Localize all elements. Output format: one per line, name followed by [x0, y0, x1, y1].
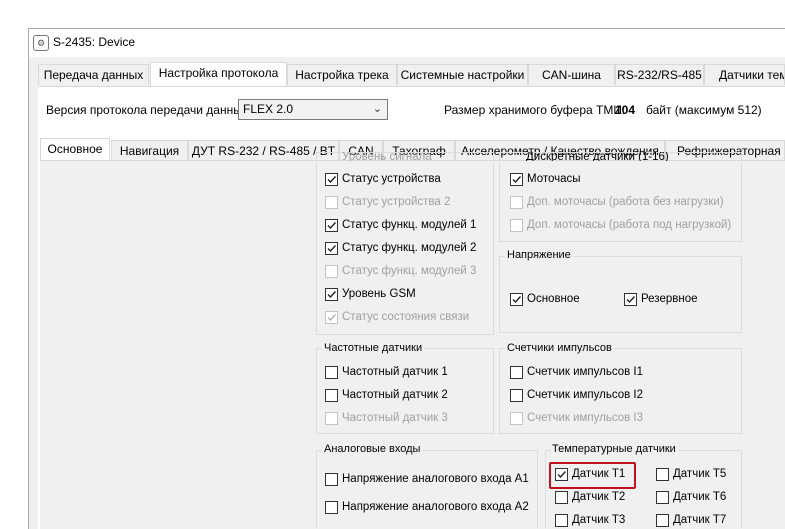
temp-sensor-t7-label: Датчик T7 [673, 514, 727, 526]
freq-sensor-1-checkbox[interactable] [325, 366, 338, 379]
subtab-main[interactable]: Основное [40, 138, 110, 160]
analog-inputs-title: Аналоговые входы [322, 443, 423, 455]
gsm-level-label: Уровень GSM [342, 288, 416, 300]
buffer-size-suffix: байт (максимум 512) [646, 103, 762, 117]
discrete-sensors-cut-label: Дискретные датчики (1-16) [526, 152, 669, 161]
pulse-counter-2-checkbox[interactable] [510, 389, 523, 402]
pulse-counter-3-checkbox[interactable] [510, 412, 523, 425]
link-status-label: Статус состояния связи [342, 311, 470, 323]
gsm-level-checkbox[interactable] [325, 288, 338, 301]
temp-sensor-t5-checkbox[interactable] [656, 468, 669, 481]
subtab-navigation[interactable]: Навигация [111, 140, 188, 161]
app-icon: ⚙ [33, 35, 49, 51]
freq-sensor-2-label: Частотный датчик 2 [342, 389, 448, 401]
voltage-backup-checkbox[interactable] [624, 293, 637, 306]
motor-hours-idle-label: Доп. моточасы (работа без нагрузки) [527, 196, 724, 208]
analog-a1-label: Напряжение аналогового входа A1 [342, 473, 529, 485]
pulse-counter-3-label: Счетчик импульсов I3 [527, 412, 644, 424]
tab-protocol-settings[interactable]: Настройка протокола [150, 62, 287, 86]
motor-hours-load-checkbox[interactable] [510, 219, 523, 232]
tab-system-settings[interactable]: Системные настройки [397, 64, 528, 85]
voltage-group-title: Напряжение [505, 249, 573, 261]
analog-a2-checkbox[interactable] [325, 501, 338, 514]
status-modules-3-label: Статус функц. модулей 3 [342, 265, 477, 277]
freq-sensor-3-checkbox[interactable] [325, 412, 338, 425]
title-bar: ⚙ S-2435: Device [29, 29, 785, 57]
freq-sensor-3-label: Частотный датчик 3 [342, 412, 448, 424]
motor-hours-idle-checkbox[interactable] [510, 196, 523, 209]
protocol-version-value: FLEX 2.0 [243, 102, 294, 116]
analog-a2-label: Напряжение аналогового входа A2 [342, 501, 529, 513]
temp-sensor-t5-label: Датчик T5 [673, 468, 727, 480]
analog-a1-checkbox[interactable] [325, 473, 338, 486]
temp-sensors-cut-row: Датчик T3 Датчик T7 [545, 512, 742, 528]
status-device-checkbox[interactable] [325, 173, 338, 186]
status-device-label: Статус устройства [342, 173, 441, 185]
temp-sensor-t6-label: Датчик T6 [673, 491, 727, 503]
freq-sensor-2-checkbox[interactable] [325, 389, 338, 402]
status-device-2-checkbox[interactable] [325, 196, 338, 209]
status-group-cut-label: Уровень сигнала [342, 152, 432, 161]
freq-sensor-1-label: Частотный датчик 1 [342, 366, 448, 378]
motor-hours-checkbox[interactable] [510, 173, 523, 186]
motor-hours-load-label: Доп. моточасы (работа под нагрузкой) [527, 219, 732, 231]
link-status-checkbox[interactable] [325, 311, 338, 324]
protocol-version-label: Версия протокола передачи данных [46, 103, 248, 117]
pulse-counter-2-label: Счетчик импульсов I2 [527, 389, 644, 401]
temp-sensor-t2-checkbox[interactable] [555, 491, 568, 504]
status-modules-3-checkbox[interactable] [325, 265, 338, 278]
chevron-down-icon: ⌄ [372, 103, 382, 115]
voltage-main-label: Основное [527, 293, 580, 305]
pulse-counter-1-checkbox[interactable] [510, 366, 523, 379]
temp-sensor-t6-checkbox[interactable] [656, 491, 669, 504]
voltage-backup-label: Резервное [641, 293, 698, 305]
temp-sensor-t2-label: Датчик T2 [572, 491, 626, 503]
tab-temp-sensors[interactable]: Датчики тем [704, 64, 785, 85]
tab-data-transfer[interactable]: Передача данных [38, 64, 149, 85]
buffer-size-value: 104 [615, 103, 636, 117]
status-modules-2-checkbox[interactable] [325, 242, 338, 255]
window-title: S-2435: Device [53, 35, 136, 49]
frequency-sensors-title: Частотные датчики [322, 342, 425, 354]
protocol-version-select[interactable]: FLEX 2.0 ⌄ [238, 99, 388, 120]
temp-sensor-t3-checkbox[interactable] [555, 514, 568, 527]
status-modules-2-label: Статус функц. модулей 2 [342, 242, 477, 254]
temp-sensor-t7-checkbox[interactable] [656, 514, 669, 527]
motor-hours-label: Моточасы [527, 173, 581, 185]
highlight-box [549, 462, 636, 489]
tab-rs232-rs485[interactable]: RS-232/RS-485 [615, 64, 704, 85]
pulse-counter-1-label: Счетчик импульсов I1 [527, 366, 644, 378]
temperature-sensors-title: Температурные датчики [550, 443, 678, 455]
status-modules-1-checkbox[interactable] [325, 219, 338, 232]
buffer-size-label: Размер хранимого буфера ТМИ: [444, 103, 626, 117]
temp-sensor-t3-label: Датчик T3 [572, 514, 626, 526]
analog-inputs-group [316, 450, 538, 528]
tab-can-bus[interactable]: CAN-шина [528, 64, 615, 85]
tab-track-settings[interactable]: Настройка трека [287, 64, 397, 85]
status-modules-1-label: Статус функц. модулей 1 [342, 219, 477, 231]
voltage-main-checkbox[interactable] [510, 293, 523, 306]
pulse-counters-title: Счетчики импульсов [505, 342, 614, 354]
status-device-2-label: Статус устройства 2 [342, 196, 451, 208]
